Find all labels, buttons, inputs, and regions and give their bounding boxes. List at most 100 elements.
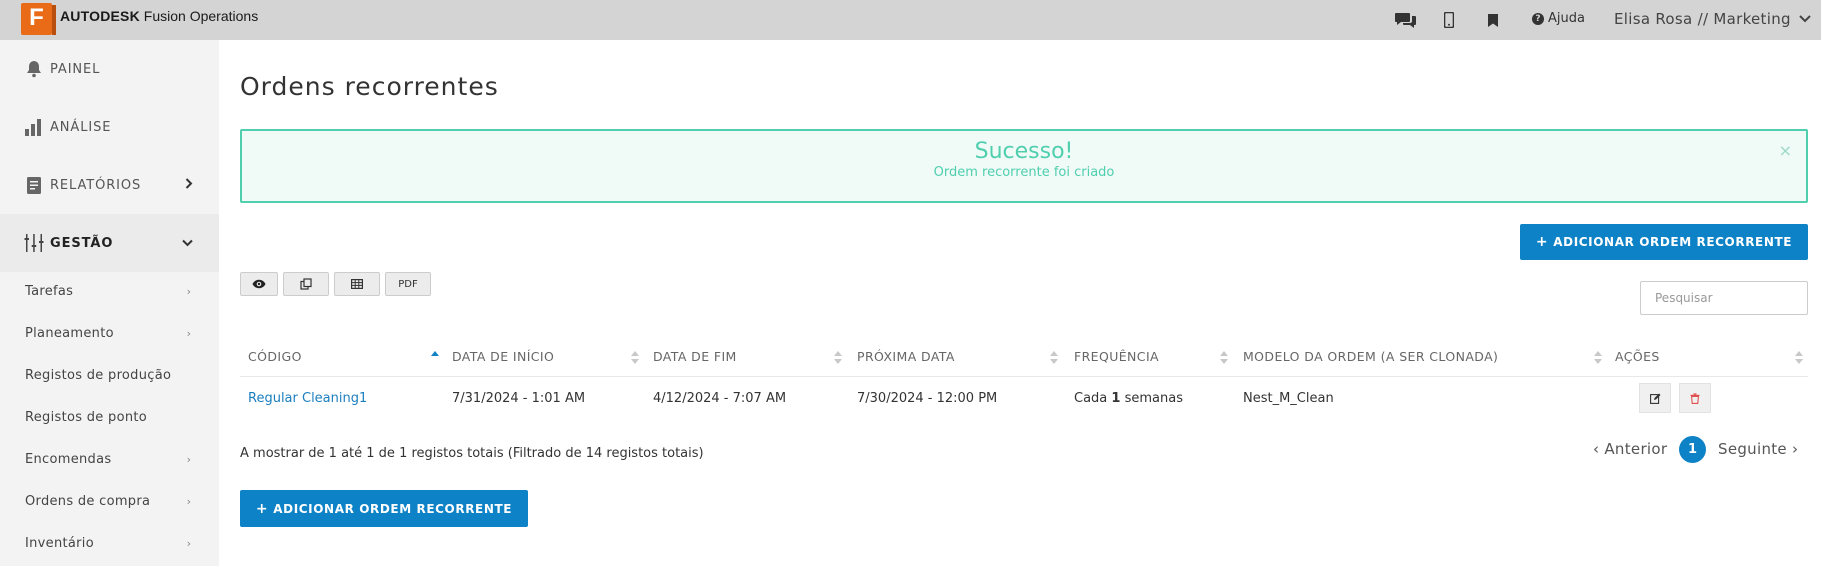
plus-icon: + bbox=[1535, 234, 1549, 250]
sidebar-label: ANÁLISE bbox=[50, 119, 112, 135]
sidebar-sub-label: Planeamento bbox=[25, 325, 114, 341]
eye-icon bbox=[252, 279, 266, 289]
frequency-cell: Cada 1 semanas bbox=[1074, 391, 1183, 406]
document-icon bbox=[27, 177, 41, 194]
view-toggle-button[interactable] bbox=[240, 272, 278, 296]
edit-button[interactable] bbox=[1639, 383, 1671, 413]
sidebar-item-registos-producao[interactable]: Registos de produção bbox=[0, 354, 219, 396]
table-header-divider bbox=[240, 376, 1808, 377]
sidebar-item-relatorios[interactable]: RELATÓRIOS bbox=[0, 156, 219, 214]
plus-icon: + bbox=[255, 500, 269, 517]
frequency-number: 1 bbox=[1111, 391, 1121, 406]
sidebar-sub-label: Registos de produção bbox=[25, 367, 172, 383]
delete-button[interactable] bbox=[1679, 383, 1711, 413]
sidebar-sub-label: Tarefas bbox=[25, 283, 74, 299]
sort-ascending-icon[interactable] bbox=[431, 351, 439, 365]
sidebar-item-painel[interactable]: PAINEL bbox=[0, 40, 219, 98]
mobile-icon[interactable] bbox=[1441, 9, 1457, 31]
previous-label: Anterior bbox=[1604, 440, 1668, 458]
chevron-right-icon: › bbox=[186, 452, 191, 466]
column-header-codigo[interactable]: CÓDIGO bbox=[248, 349, 302, 364]
order-code-link[interactable]: Regular Cleaning1 bbox=[248, 391, 367, 406]
column-header-modelo[interactable]: MODELO DA ORDEM (A SER CLONADA) bbox=[1243, 349, 1498, 364]
sidebar-label: PAINEL bbox=[50, 61, 101, 77]
pagination-page-1[interactable]: 1 bbox=[1679, 436, 1706, 463]
frequency-prefix: Cada bbox=[1074, 391, 1108, 406]
column-header-frequencia[interactable]: FREQUÊNCIA bbox=[1074, 349, 1159, 364]
pdf-label: PDF bbox=[398, 278, 418, 290]
sidebar-item-ordens-compra[interactable]: Ordens de compra › bbox=[0, 480, 219, 522]
sidebar: PAINEL ANÁLISE RELATÓRIOS GESTÃO Tarefas… bbox=[0, 40, 219, 566]
close-icon[interactable]: × bbox=[1779, 141, 1792, 160]
brand-name: AUTODESK Fusion Operations bbox=[60, 8, 258, 24]
end-date-cell: 4/12/2024 - 7:07 AM bbox=[653, 391, 787, 406]
column-header-data-inicio[interactable]: DATA DE INÍCIO bbox=[452, 349, 554, 364]
add-recurring-order-button-top[interactable]: + ADICIONAR ORDEM RECORRENTE bbox=[1520, 224, 1808, 260]
copy-button[interactable] bbox=[283, 272, 329, 296]
user-menu[interactable]: Elisa Rosa // Marketing bbox=[1614, 10, 1811, 28]
export-pdf-button[interactable]: PDF bbox=[385, 272, 431, 296]
sliders-icon bbox=[24, 234, 44, 252]
sort-icon[interactable] bbox=[1594, 351, 1602, 365]
next-date-cell: 7/30/2024 - 12:00 PM bbox=[857, 391, 998, 406]
table-info: A mostrar de 1 até 1 de 1 registos totai… bbox=[240, 446, 704, 461]
column-header-data-fim[interactable]: DATA DE FIM bbox=[653, 349, 737, 364]
add-button-label: ADICIONAR ORDEM RECORRENTE bbox=[273, 501, 513, 516]
frequency-unit: semanas bbox=[1124, 391, 1183, 406]
logo-letter: F bbox=[29, 4, 44, 31]
pagination-previous[interactable]: ‹ Anterior bbox=[1593, 440, 1667, 458]
sidebar-item-planeamento[interactable]: Planeamento › bbox=[0, 312, 219, 354]
trash-icon bbox=[1690, 392, 1700, 404]
table-icon bbox=[351, 279, 363, 289]
sort-icon[interactable] bbox=[834, 351, 842, 365]
sidebar-sub-label: Ordens de compra bbox=[25, 493, 151, 509]
user-name: Elisa Rosa // Marketing bbox=[1614, 10, 1791, 28]
bell-icon bbox=[27, 61, 41, 78]
help-label: Ajuda bbox=[1548, 11, 1585, 26]
sidebar-item-inventario[interactable]: Inventário › bbox=[0, 522, 219, 564]
sidebar-label: RELATÓRIOS bbox=[50, 177, 142, 193]
top-bar: F AUTODESK Fusion Operations ? Ajuda Eli… bbox=[0, 0, 1821, 40]
chevron-right-icon: › bbox=[186, 326, 191, 340]
sort-icon[interactable] bbox=[1050, 351, 1058, 365]
chevron-right-icon: › bbox=[186, 494, 191, 508]
brand-autodesk: AUTODESK bbox=[60, 8, 140, 24]
add-recurring-order-button-bottom[interactable]: + ADICIONAR ORDEM RECORRENTE bbox=[240, 490, 528, 527]
template-cell: Nest_M_Clean bbox=[1243, 391, 1334, 406]
sidebar-item-encomendas[interactable]: Encomendas › bbox=[0, 438, 219, 480]
pagination-next[interactable]: Seguinte › bbox=[1718, 440, 1798, 458]
chevron-right-icon: › bbox=[186, 536, 191, 550]
sidebar-sub-label: Registos de ponto bbox=[25, 409, 148, 425]
chevron-down-icon bbox=[182, 236, 193, 251]
chat-icon[interactable] bbox=[1393, 9, 1419, 31]
column-header-acoes[interactable]: AÇÕES bbox=[1615, 349, 1660, 364]
chevron-down-icon bbox=[1799, 15, 1811, 23]
alert-title: Sucesso! bbox=[974, 139, 1074, 164]
bar-chart-icon bbox=[25, 119, 41, 136]
sidebar-item-gestao[interactable]: GESTÃO bbox=[0, 214, 219, 272]
bookmark-icon[interactable] bbox=[1486, 9, 1500, 31]
sort-icon[interactable] bbox=[1795, 351, 1803, 365]
help-link[interactable]: ? Ajuda bbox=[1532, 11, 1585, 26]
fusion-logo[interactable]: F bbox=[21, 3, 56, 35]
export-excel-button[interactable] bbox=[334, 272, 380, 296]
sidebar-sub-label: Encomendas bbox=[25, 451, 112, 467]
sidebar-label: GESTÃO bbox=[50, 235, 114, 251]
start-date-cell: 7/31/2024 - 1:01 AM bbox=[452, 391, 586, 406]
copy-icon bbox=[300, 278, 312, 290]
sidebar-item-tarefas[interactable]: Tarefas › bbox=[0, 270, 219, 312]
success-alert: Sucesso! Ordem recorrente foi criado × bbox=[240, 129, 1808, 203]
sidebar-item-registos-ponto[interactable]: Registos de ponto bbox=[0, 396, 219, 438]
brand-product: Fusion Operations bbox=[143, 8, 259, 24]
sort-icon[interactable] bbox=[631, 351, 639, 365]
search-input[interactable] bbox=[1640, 281, 1808, 315]
chevron-right-icon: › bbox=[186, 284, 191, 298]
column-header-proxima-data[interactable]: PRÓXIMA DATA bbox=[857, 349, 955, 364]
next-label: Seguinte bbox=[1718, 440, 1787, 458]
sidebar-sub-label: Inventário bbox=[25, 535, 94, 551]
help-icon: ? bbox=[1532, 12, 1544, 25]
alert-message: Ordem recorrente foi criado bbox=[933, 165, 1115, 180]
sort-icon[interactable] bbox=[1220, 351, 1228, 365]
sidebar-item-analise[interactable]: ANÁLISE bbox=[0, 98, 219, 156]
add-button-label: ADICIONAR ORDEM RECORRENTE bbox=[1553, 235, 1793, 249]
